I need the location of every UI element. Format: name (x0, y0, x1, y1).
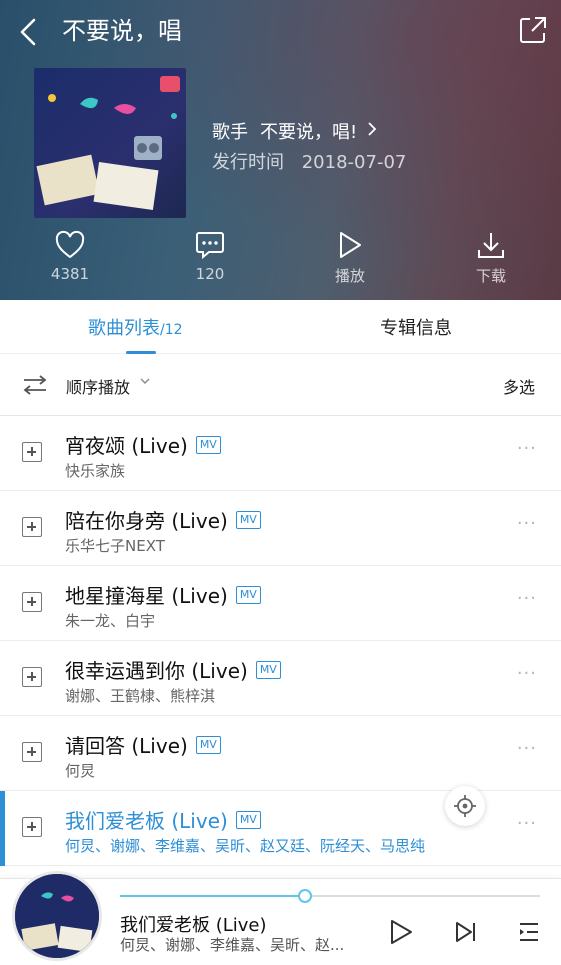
album-page: 不要说，唱 歌手 不要说，唱! 发行时间 2018-07-07 4381 120… (0, 0, 561, 965)
play-order-selector[interactable]: 顺序播放 (66, 374, 130, 398)
mv-badge[interactable]: MV (195, 435, 221, 454)
release-date: 2018-07-07 (301, 152, 407, 173)
share-icon[interactable] (517, 14, 549, 46)
song-row[interactable]: 宵夜颂 (Live) MV 快乐家族 ··· (0, 416, 561, 491)
mv-badge[interactable]: MV (255, 660, 281, 679)
add-icon[interactable] (22, 442, 42, 462)
now-playing-artist: 何炅、谢娜、李维嘉、吴昕、赵... (120, 936, 345, 954)
tab-song-list[interactable]: 歌曲列表/12 (88, 314, 183, 340)
tab-album-info[interactable]: 专辑信息 (380, 314, 452, 340)
song-title: 地星撞海星 (Live) (65, 584, 228, 608)
progress-knob[interactable] (297, 889, 312, 903)
add-icon[interactable] (22, 517, 42, 537)
song-artist: 何炅、谢娜、李维嘉、吴昕、赵又廷、阮经天、马思纯 (65, 837, 426, 855)
play-icon (310, 228, 390, 262)
play-icon[interactable] (386, 917, 416, 947)
song-row[interactable]: 地星撞海星 (Live) MV 朱一龙、白宇 ··· (0, 566, 561, 641)
mv-badge[interactable]: MV (195, 735, 221, 754)
more-icon[interactable]: ··· (517, 813, 537, 834)
tab-bar: 歌曲列表/12 专辑信息 (0, 300, 561, 354)
song-artist: 朱一龙、白宇 (65, 612, 156, 630)
chevron-down-icon[interactable] (140, 375, 150, 388)
locate-icon[interactable] (445, 786, 485, 826)
song-artist: 乐华七子NEXT (65, 537, 165, 555)
album-header: 不要说，唱 歌手 不要说，唱! 发行时间 2018-07-07 4381 120… (0, 0, 561, 300)
more-icon[interactable]: ··· (517, 438, 537, 459)
like-button[interactable]: 4381 (30, 228, 110, 283)
sequential-order-icon[interactable] (22, 374, 48, 396)
song-row[interactable]: 很幸运遇到你 (Live) MV 谢娜、王鹤棣、熊梓淇 ··· (0, 641, 561, 716)
song-title: 陪在你身旁 (Live) (65, 509, 228, 533)
page-title: 不要说，唱 (62, 17, 182, 45)
list-toolbar: 顺序播放 多选 (0, 354, 561, 416)
comment-count: 120 (195, 265, 225, 283)
download-icon (451, 228, 531, 262)
download-label: 下载 (475, 267, 506, 285)
tab-song-count: /12 (160, 322, 183, 338)
playing-indicator (0, 791, 5, 866)
progress-bar[interactable] (120, 889, 540, 903)
song-title-line: 地星撞海星 (Live) MV (65, 580, 261, 609)
song-title-line: 很幸运遇到你 (Live) MV (65, 655, 281, 684)
add-icon[interactable] (22, 817, 42, 837)
chevron-right-icon (367, 121, 377, 142)
song-title-line: 我们爱老板 (Live) MV (65, 805, 261, 834)
song-title-line: 宵夜颂 (Live) MV (65, 430, 221, 459)
add-icon[interactable] (22, 592, 42, 612)
comment-button[interactable]: 120 (170, 228, 250, 283)
download-button[interactable]: 下载 (451, 228, 531, 286)
heart-icon (30, 228, 110, 262)
mv-badge[interactable]: MV (235, 810, 261, 829)
song-row[interactable]: 陪在你身旁 (Live) MV 乐华七子NEXT ··· (0, 491, 561, 566)
more-icon[interactable]: ··· (517, 738, 537, 759)
play-label: 播放 (334, 267, 365, 285)
song-title: 请回答 (Live) (65, 734, 188, 758)
release-info: 发行时间 2018-07-07 (212, 148, 406, 174)
more-icon[interactable]: ··· (517, 663, 537, 684)
song-artist: 何炅 (65, 762, 96, 780)
play-all-button[interactable]: 播放 (310, 228, 390, 286)
singer-label: 歌手 (212, 122, 248, 143)
multi-select-button[interactable]: 多选 (503, 374, 535, 398)
mv-badge[interactable]: MV (235, 585, 261, 604)
mv-badge[interactable]: MV (235, 510, 261, 529)
now-playing-cover[interactable] (12, 871, 102, 961)
song-title: 很幸运遇到你 (Live) (65, 659, 248, 683)
like-count: 4381 (50, 265, 90, 283)
song-title: 宵夜颂 (Live) (65, 434, 188, 458)
add-icon[interactable] (22, 667, 42, 687)
more-icon[interactable]: ··· (517, 588, 537, 609)
release-label: 发行时间 (212, 152, 284, 173)
more-icon[interactable]: ··· (517, 513, 537, 534)
album-cover[interactable] (34, 68, 186, 218)
playlist-icon[interactable] (514, 917, 544, 947)
song-artist: 快乐家族 (65, 462, 126, 480)
song-title: 我们爱老板 (Live) (65, 809, 228, 833)
comment-icon (170, 228, 250, 262)
singer-link[interactable]: 歌手 不要说，唱! (212, 118, 377, 144)
song-title-line: 陪在你身旁 (Live) MV (65, 505, 261, 534)
singer-name: 不要说，唱! (260, 122, 358, 143)
song-row[interactable]: 请回答 (Live) MV 何炅 ··· (0, 716, 561, 791)
add-icon[interactable] (22, 742, 42, 762)
song-title-line: 请回答 (Live) MV (65, 730, 221, 759)
progress-fill (120, 895, 305, 897)
song-artist: 谢娜、王鹤棣、熊梓淇 (65, 687, 216, 705)
back-icon[interactable] (14, 14, 44, 50)
next-icon[interactable] (451, 917, 481, 947)
mini-player[interactable]: 我们爱老板 (Live) 何炅、谢娜、李维嘉、吴昕、赵... (0, 871, 561, 965)
tab-song-list-label: 歌曲列表 (88, 318, 160, 339)
